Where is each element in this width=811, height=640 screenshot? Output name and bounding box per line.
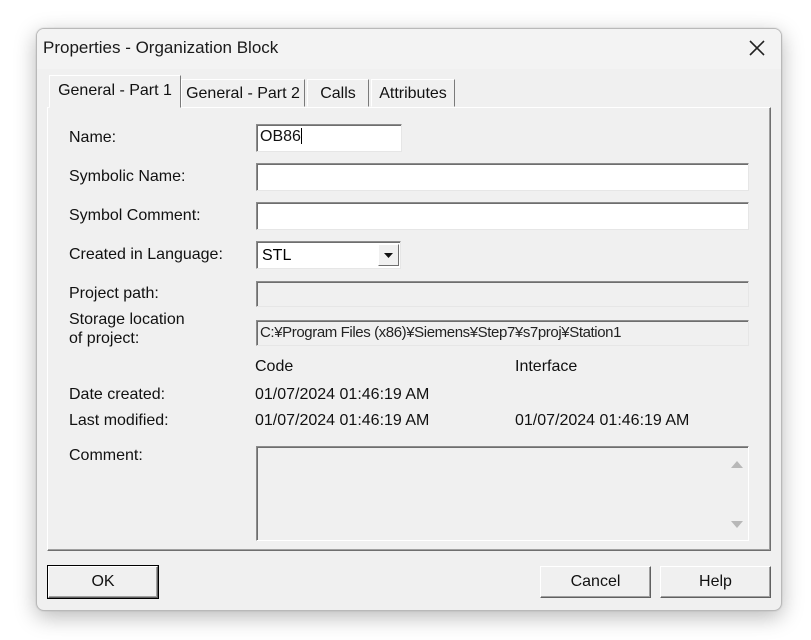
name-input[interactable]: OB86 (256, 124, 402, 152)
tab-calls[interactable]: Calls (307, 79, 369, 107)
storage-location-label-2: of project: (69, 330, 140, 347)
comment-label: Comment: (69, 447, 143, 464)
language-label: Created in Language: (69, 246, 223, 263)
language-select[interactable]: STL (256, 241, 401, 269)
interface-column-header: Interface (515, 358, 578, 375)
dropdown-button[interactable] (378, 244, 399, 266)
ok-button[interactable]: OK (47, 565, 159, 599)
project-path-label: Project path: (69, 285, 159, 302)
chevron-down-icon (384, 253, 393, 258)
dialog-title: Properties - Organization Block (43, 38, 279, 57)
project-path-field (256, 281, 749, 307)
last-modified-code: 01/07/2024 01:46:19 AM (255, 412, 430, 429)
help-button[interactable]: Help (660, 566, 771, 598)
name-label: Name: (69, 129, 117, 146)
tab-general-part-1[interactable]: General - Part 1 (49, 75, 181, 108)
comment-scrollbar (727, 448, 747, 539)
tab-general-part-2[interactable]: General - Part 2 (181, 79, 305, 107)
storage-location-value: C:¥Program Files (x86)¥Siemens¥Step7¥s7p… (260, 324, 622, 341)
last-modified-label: Last modified: (69, 412, 169, 429)
date-created-code: 01/07/2024 01:46:19 AM (255, 386, 430, 403)
symbolic-name-label: Symbolic Name: (69, 168, 186, 185)
tab-attributes[interactable]: Attributes (371, 79, 455, 107)
symbol-comment-input[interactable] (256, 202, 749, 230)
comment-textarea (256, 446, 749, 541)
scroll-up-icon (731, 461, 743, 468)
storage-location-label: Storage location (69, 311, 185, 328)
close-button[interactable] (735, 29, 781, 69)
language-value: STL (262, 247, 292, 264)
cancel-button[interactable]: Cancel (540, 566, 651, 598)
title-bar: Properties - Organization Block (37, 29, 781, 69)
storage-location-field: C:¥Program Files (x86)¥Siemens¥Step7¥s7p… (256, 320, 749, 346)
close-icon (749, 40, 765, 56)
last-modified-interface: 01/07/2024 01:46:19 AM (515, 412, 690, 429)
date-created-label: Date created: (69, 386, 166, 403)
name-value: OB86 (260, 128, 301, 145)
code-column-header: Code (255, 358, 294, 375)
properties-dialog: Properties - Organization Block General … (36, 28, 782, 611)
symbolic-name-input[interactable] (256, 163, 749, 191)
text-caret (300, 128, 302, 144)
symbol-comment-label: Symbol Comment: (69, 207, 201, 224)
scroll-down-icon (731, 521, 743, 528)
